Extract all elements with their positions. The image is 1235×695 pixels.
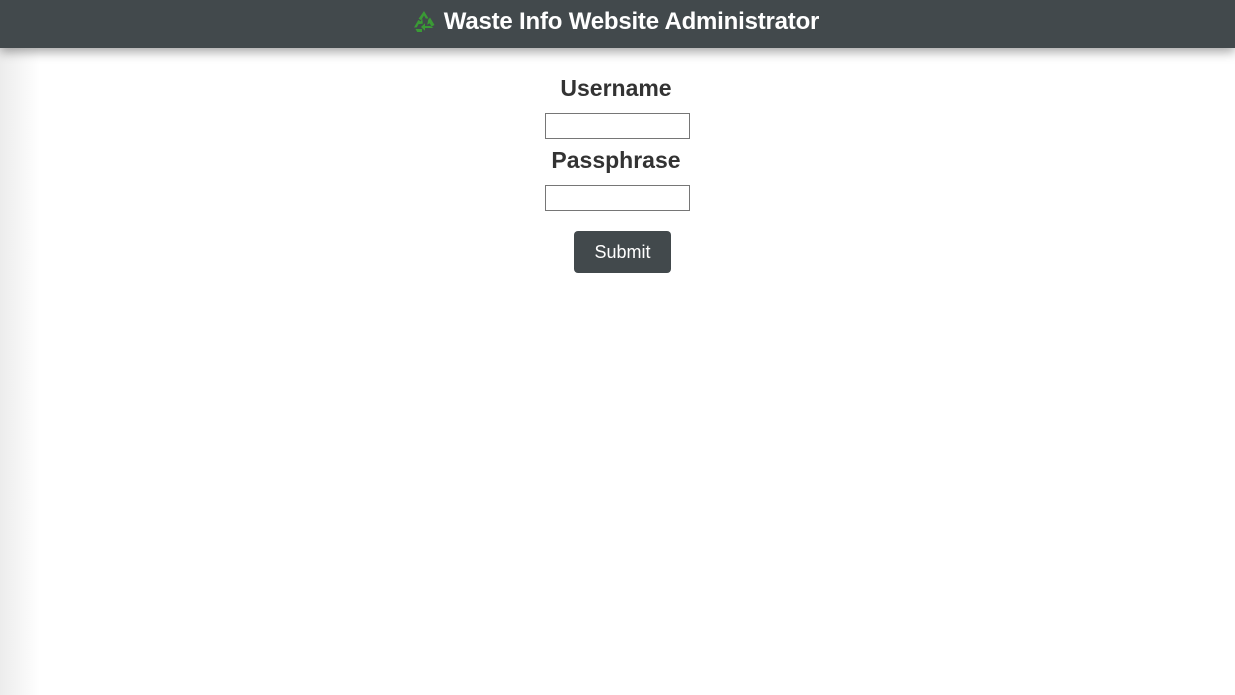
- passphrase-label: Passphrase: [551, 147, 681, 173]
- site-title: Waste Info Website Administrator: [443, 8, 820, 35]
- submit-button[interactable]: Submit: [574, 231, 671, 273]
- header-brand: Waste Info Website Administrator: [411, 8, 819, 36]
- top-bar: Waste Info Website Administrator: [0, 0, 1235, 48]
- username-label: Username: [560, 75, 672, 101]
- page: Waste Info Website Administrator Usernam…: [0, 0, 1235, 695]
- login-form: Username Passphrase Submit: [0, 48, 1235, 273]
- recycle-icon: [411, 9, 437, 35]
- username-input[interactable]: [544, 113, 690, 139]
- passphrase-input[interactable]: [544, 185, 690, 211]
